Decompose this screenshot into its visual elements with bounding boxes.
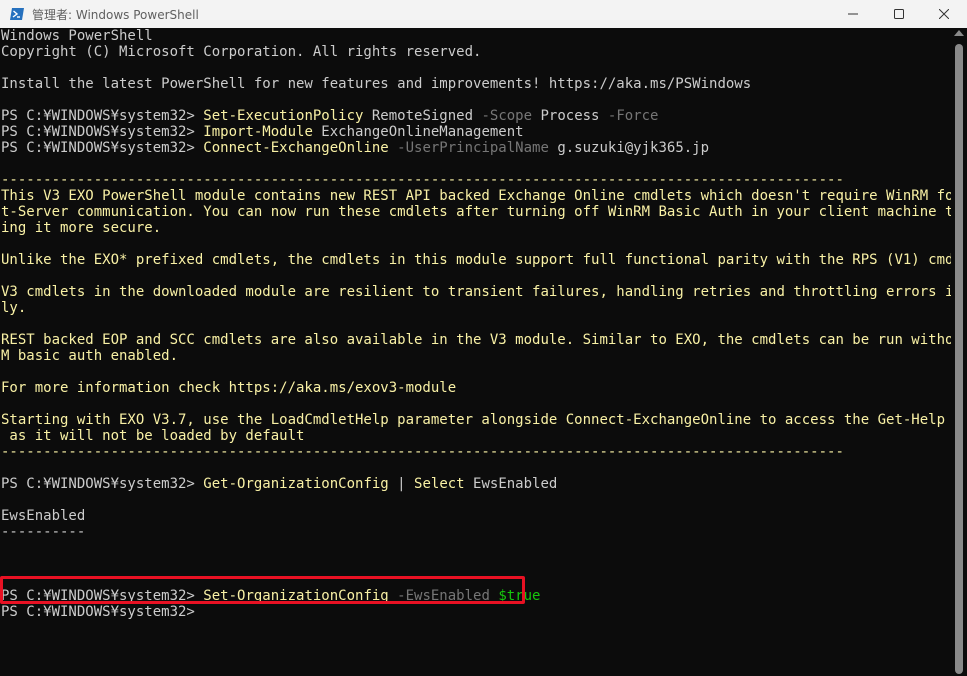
argument: | bbox=[388, 476, 415, 492]
terminal-line: Install the latest PowerShell for new fe… bbox=[1, 76, 752, 92]
banner-line: This V3 EXO PowerShell module contains n… bbox=[1, 188, 951, 204]
banner-line: as it will not be loaded by default bbox=[1, 428, 305, 444]
command-line: PS C:¥WINDOWS¥system32> Set-ExecutionPol… bbox=[1, 108, 658, 124]
highlight-box bbox=[0, 576, 525, 604]
banner-line: ing it more secure. bbox=[1, 220, 162, 236]
title-bar[interactable]: 管理者: Windows PowerShell bbox=[0, 0, 967, 28]
command-name: Set-ExecutionPolicy bbox=[203, 108, 364, 124]
scrollbar-thumb[interactable] bbox=[955, 44, 963, 674]
minimize-button[interactable] bbox=[830, 0, 876, 28]
prompt: PS C:¥WINDOWS¥system32> bbox=[1, 108, 204, 124]
banner-line: V3 cmdlets in the downloaded module are … bbox=[1, 284, 951, 300]
command-line: PS C:¥WINDOWS¥system32> Import-Module Ex… bbox=[1, 124, 524, 140]
separator-line: ----------------------------------------… bbox=[1, 444, 844, 460]
command-name: Get-OrganizationConfig bbox=[203, 476, 389, 492]
argument: RemoteSigned bbox=[363, 108, 482, 124]
command-name: Connect-ExchangeOnline bbox=[203, 140, 389, 156]
argument: g.suzuki@yjk365.jp bbox=[548, 140, 710, 156]
banner-line: Unlike the EXO* prefixed cmdlets, the cm… bbox=[1, 252, 951, 268]
banner-line: REST backed EOP and SCC cmdlets are also… bbox=[1, 332, 951, 348]
command-line: PS C:¥WINDOWS¥system32> Connect-Exchange… bbox=[1, 140, 709, 156]
terminal-line: Windows PowerShell bbox=[1, 28, 153, 44]
maximize-icon bbox=[894, 9, 904, 19]
close-button[interactable] bbox=[921, 0, 967, 28]
terminal-line: Copyright (C) Microsoft Corporation. All… bbox=[1, 44, 482, 60]
output-header: EwsEnabled bbox=[1, 508, 86, 524]
close-icon bbox=[939, 9, 949, 19]
powershell-icon bbox=[10, 8, 24, 20]
prompt: PS C:¥WINDOWS¥system32> bbox=[1, 124, 204, 140]
parameter: -UserPrincipalName bbox=[388, 140, 549, 156]
argument: ExchangeOnlineManagement bbox=[312, 124, 524, 140]
banner-line: t-Server communication. You can now run … bbox=[1, 204, 951, 220]
command-name: Select bbox=[414, 476, 465, 492]
banner-line: Starting with EXO V3.7, use the LoadCmdl… bbox=[1, 412, 951, 428]
banner-line: ly. bbox=[1, 300, 27, 316]
prompt: PS C:¥WINDOWS¥system32> bbox=[1, 476, 204, 492]
parameter: -Scope bbox=[481, 108, 533, 124]
parameter: -Force bbox=[607, 108, 659, 124]
window-title: 管理者: Windows PowerShell bbox=[32, 8, 199, 22]
banner-line: For more information check https://aka.m… bbox=[1, 380, 457, 396]
banner-line: M basic auth enabled. bbox=[1, 348, 179, 364]
prompt: PS C:¥WINDOWS¥system32> bbox=[1, 140, 204, 156]
current-prompt[interactable]: PS C:¥WINDOWS¥system32> bbox=[1, 604, 195, 620]
scrollbar[interactable] bbox=[951, 28, 967, 676]
separator-line: ----------------------------------------… bbox=[1, 172, 844, 188]
command-name: Import-Module bbox=[203, 124, 313, 140]
command-line: PS C:¥WINDOWS¥system32> Get-Organization… bbox=[1, 476, 557, 492]
minimize-icon bbox=[848, 13, 858, 15]
maximize-button[interactable] bbox=[876, 0, 922, 28]
output-underline: ---------- bbox=[1, 524, 86, 540]
scroll-up-icon[interactable] bbox=[954, 30, 964, 36]
argument: Process bbox=[532, 108, 608, 124]
argument: EwsEnabled bbox=[464, 476, 558, 492]
